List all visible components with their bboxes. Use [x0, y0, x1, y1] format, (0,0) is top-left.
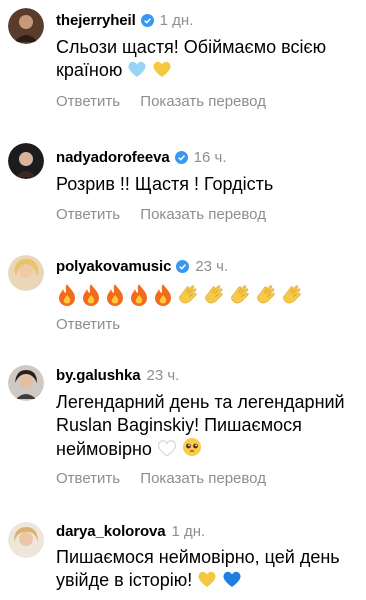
comment-item: thejerryheil 1 дн. Сльози щастя! Обіймає… — [0, 0, 366, 125]
clapping-hands-icon — [179, 285, 197, 304]
reply-button[interactable]: Ответить — [56, 93, 120, 110]
avatar[interactable] — [8, 255, 44, 291]
fire-icon — [83, 284, 99, 306]
comment-item: nadyadorofeeva 16 ч. Розрив !! Щастя ! Г… — [0, 135, 366, 230]
comment-item: by.galushka 23 ч. Легендарний день та ле… — [0, 355, 366, 495]
comment-text-block: Сльози щастя! Обіймаємо всією країною — [56, 36, 356, 82]
fire-icon — [131, 284, 147, 306]
comment-item: darya_kolorova 1 дн. Пишаємося неймовірн… — [0, 512, 366, 600]
comment-text: Розрив !! Щастя ! Гордість — [56, 174, 274, 194]
see-translation-button[interactable]: Показать перевод — [140, 93, 266, 110]
white-heart-icon — [157, 440, 176, 457]
comment-text: Сльози щастя! Обіймаємо всією країною — [56, 37, 327, 80]
avatar[interactable] — [8, 143, 44, 179]
comment-time: 1 дн. — [159, 11, 194, 29]
username[interactable]: thejerryheil — [56, 12, 136, 29]
clapping-hands-icon — [283, 285, 301, 304]
see-translation-button[interactable]: Показать перевод — [140, 470, 266, 487]
clapping-hands-icon — [205, 285, 223, 304]
username[interactable]: nadyadorofeeva — [56, 149, 170, 166]
comment-time: 23 ч. — [146, 366, 180, 384]
avatar[interactable] — [8, 522, 44, 558]
fire-icon — [59, 284, 75, 306]
clapping-hands-icon — [231, 285, 249, 304]
light-blue-heart-icon — [128, 61, 146, 77]
avatar[interactable] — [8, 365, 44, 401]
username[interactable]: polyakovamusic — [56, 258, 171, 275]
emoji-row — [56, 283, 304, 307]
comment-time: 16 ч. — [193, 148, 227, 166]
reply-button[interactable]: Ответить — [56, 206, 120, 223]
fire-icon — [155, 284, 171, 306]
blue-heart-icon — [223, 571, 241, 587]
verified-badge-icon — [174, 150, 188, 164]
reply-button[interactable]: Ответить — [56, 316, 120, 333]
avatar[interactable] — [8, 8, 44, 44]
username[interactable]: darya_kolorova — [56, 523, 166, 540]
comment-time: 23 ч. — [195, 257, 229, 275]
fire-icon — [107, 284, 123, 306]
username[interactable]: by.galushka — [56, 367, 141, 384]
verified-badge-icon — [140, 13, 154, 27]
clapping-hands-icon — [257, 285, 275, 304]
yellow-heart-icon — [153, 61, 171, 77]
pleading-face-icon — [182, 438, 201, 456]
yellow-heart-icon — [198, 571, 216, 587]
comment-time: 1 дн. — [171, 522, 206, 540]
reply-button[interactable]: Ответить — [56, 470, 120, 487]
verified-badge-icon — [176, 259, 190, 273]
comment-item: polyakovamusic 23 ч. Ответить — [0, 245, 366, 340]
see-translation-button[interactable]: Показать перевод — [140, 206, 266, 223]
